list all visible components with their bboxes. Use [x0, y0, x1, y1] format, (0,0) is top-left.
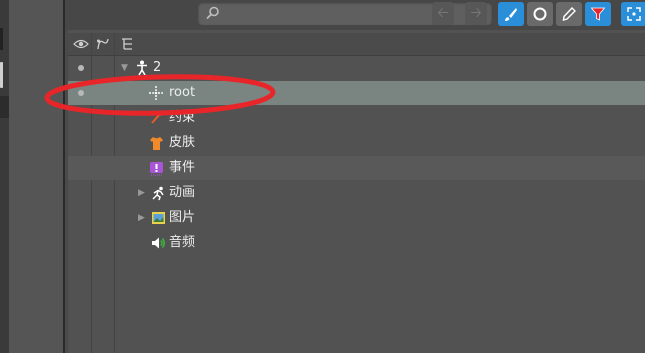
audio-icon [150, 235, 166, 251]
expand-arrow-icon[interactable]: ▶ [138, 187, 145, 199]
frame-icon [627, 7, 641, 21]
circle-tool-button[interactable] [527, 2, 553, 26]
arrow-right-icon: 🡢 [470, 5, 482, 21]
left-edge-block [0, 28, 3, 50]
outline-panel: ▼ 2 root 约束 皮肤 事件 ▶ 动画 ▶ 图片 音频 [68, 30, 645, 353]
panel-divider[interactable] [63, 0, 65, 353]
visibility-dot[interactable] [78, 65, 84, 71]
tree-row-animations[interactable]: ▶ 动画 [68, 181, 645, 205]
skeleton-icon [134, 60, 150, 76]
left-edge-handle[interactable] [0, 62, 3, 88]
expand-arrow-icon[interactable]: ▼ [121, 62, 128, 74]
skin-icon [148, 135, 164, 151]
back-button[interactable]: 🡠 [432, 2, 454, 25]
tree-item-label: 皮肤 [169, 135, 196, 150]
tree-row-audio[interactable]: 音频 [68, 231, 645, 255]
tree-row-root[interactable]: root [68, 81, 645, 105]
tree-item-label: 动画 [169, 185, 196, 200]
tree-item-label: 事件 [169, 160, 196, 175]
left-edge-block [0, 96, 9, 118]
constraint-icon [148, 110, 164, 126]
visibility-dot[interactable] [78, 90, 84, 96]
image-icon [150, 210, 166, 226]
tree-row-events[interactable]: 事件 [68, 156, 645, 180]
circle-icon [533, 7, 547, 21]
filter-tool-button[interactable] [585, 2, 611, 26]
forward-button[interactable]: 🡢 [465, 2, 487, 25]
side-gutter [9, 0, 63, 353]
bone-pose-tool-button[interactable] [498, 2, 524, 26]
bone-icon [148, 85, 164, 101]
tree-icon[interactable] [118, 36, 136, 52]
brush-icon [505, 8, 517, 21]
filter-icon [590, 7, 606, 21]
arrow-left-icon: 🡠 [437, 5, 449, 21]
column-header [68, 33, 645, 56]
tree-row-constraints[interactable]: 约束 [68, 106, 645, 130]
frame-tool-button[interactable] [621, 2, 645, 26]
tree-item-label: 图片 [169, 210, 196, 225]
left-side-strip [0, 0, 9, 353]
visibility-icon[interactable] [72, 36, 90, 52]
animation-icon [150, 185, 166, 201]
tree-row-images[interactable]: ▶ 图片 [68, 206, 645, 230]
expand-arrow-icon[interactable]: ▶ [138, 212, 145, 224]
search-icon [206, 6, 219, 19]
event-icon [148, 160, 164, 176]
outline-toolbar: 🡠 🡢 [65, 0, 645, 30]
skeleton-name: 2 [153, 60, 162, 75]
pen-icon [562, 6, 576, 21]
tree-item-label: root [169, 85, 196, 100]
keyframe-icon[interactable] [94, 36, 112, 52]
tree-row-skins[interactable]: 皮肤 [68, 131, 645, 155]
tree-item-label: 音频 [169, 235, 196, 250]
tree-item-label: 约束 [169, 110, 196, 125]
tree-row-skeleton[interactable]: ▼ 2 [68, 56, 645, 80]
pen-tool-button[interactable] [556, 2, 582, 26]
